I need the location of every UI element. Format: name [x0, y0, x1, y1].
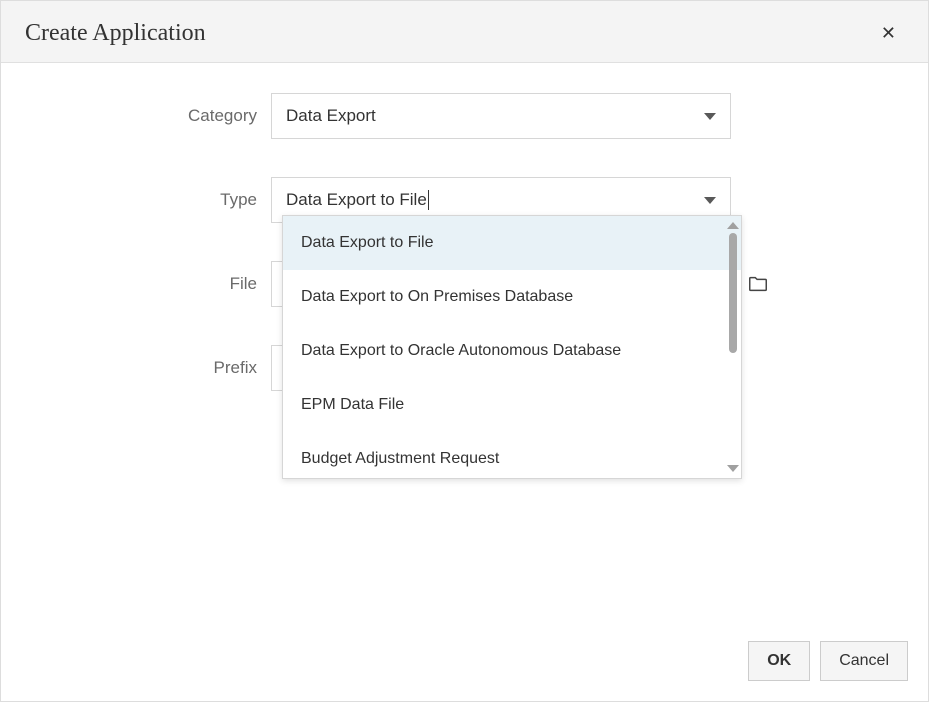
- ok-button[interactable]: OK: [748, 641, 810, 681]
- dropdown-scrollbar[interactable]: [727, 222, 739, 472]
- create-application-dialog: Create Application ✕ Category Data Expor…: [0, 0, 929, 702]
- category-label: Category: [41, 106, 271, 126]
- type-label: Type: [41, 190, 271, 210]
- chevron-down-icon: [704, 113, 716, 120]
- type-option[interactable]: Budget Adjustment Request: [283, 432, 741, 478]
- dialog-body: Category Data Export Type Data Export to…: [1, 63, 928, 629]
- file-label: File: [41, 274, 271, 294]
- dialog-title: Create Application: [25, 20, 206, 47]
- folder-icon: [747, 273, 769, 295]
- chevron-down-icon: [704, 197, 716, 204]
- dialog-header: Create Application ✕: [1, 1, 928, 63]
- type-option[interactable]: Data Export to File: [283, 216, 741, 270]
- text-cursor: [428, 190, 429, 210]
- prefix-label: Prefix: [41, 358, 271, 378]
- close-icon[interactable]: ✕: [873, 19, 904, 48]
- category-value: Data Export: [286, 106, 704, 126]
- scroll-up-icon[interactable]: [727, 222, 739, 229]
- type-option[interactable]: Data Export to Oracle Autonomous Databas…: [283, 324, 741, 378]
- cancel-button[interactable]: Cancel: [820, 641, 908, 681]
- browse-folder-button[interactable]: [747, 273, 769, 295]
- category-row: Category Data Export: [41, 93, 888, 139]
- scroll-down-icon[interactable]: [727, 465, 739, 472]
- type-dropdown-list: Data Export to File Data Export to On Pr…: [283, 216, 741, 478]
- scroll-thumb[interactable]: [729, 233, 737, 353]
- type-option[interactable]: Data Export to On Premises Database: [283, 270, 741, 324]
- scroll-track: [729, 353, 737, 465]
- type-dropdown-panel: Data Export to File Data Export to On Pr…: [282, 215, 742, 479]
- type-option[interactable]: EPM Data File: [283, 378, 741, 432]
- type-value: Data Export to File: [286, 190, 704, 211]
- category-select[interactable]: Data Export: [271, 93, 731, 139]
- dialog-footer: OK Cancel: [1, 629, 928, 701]
